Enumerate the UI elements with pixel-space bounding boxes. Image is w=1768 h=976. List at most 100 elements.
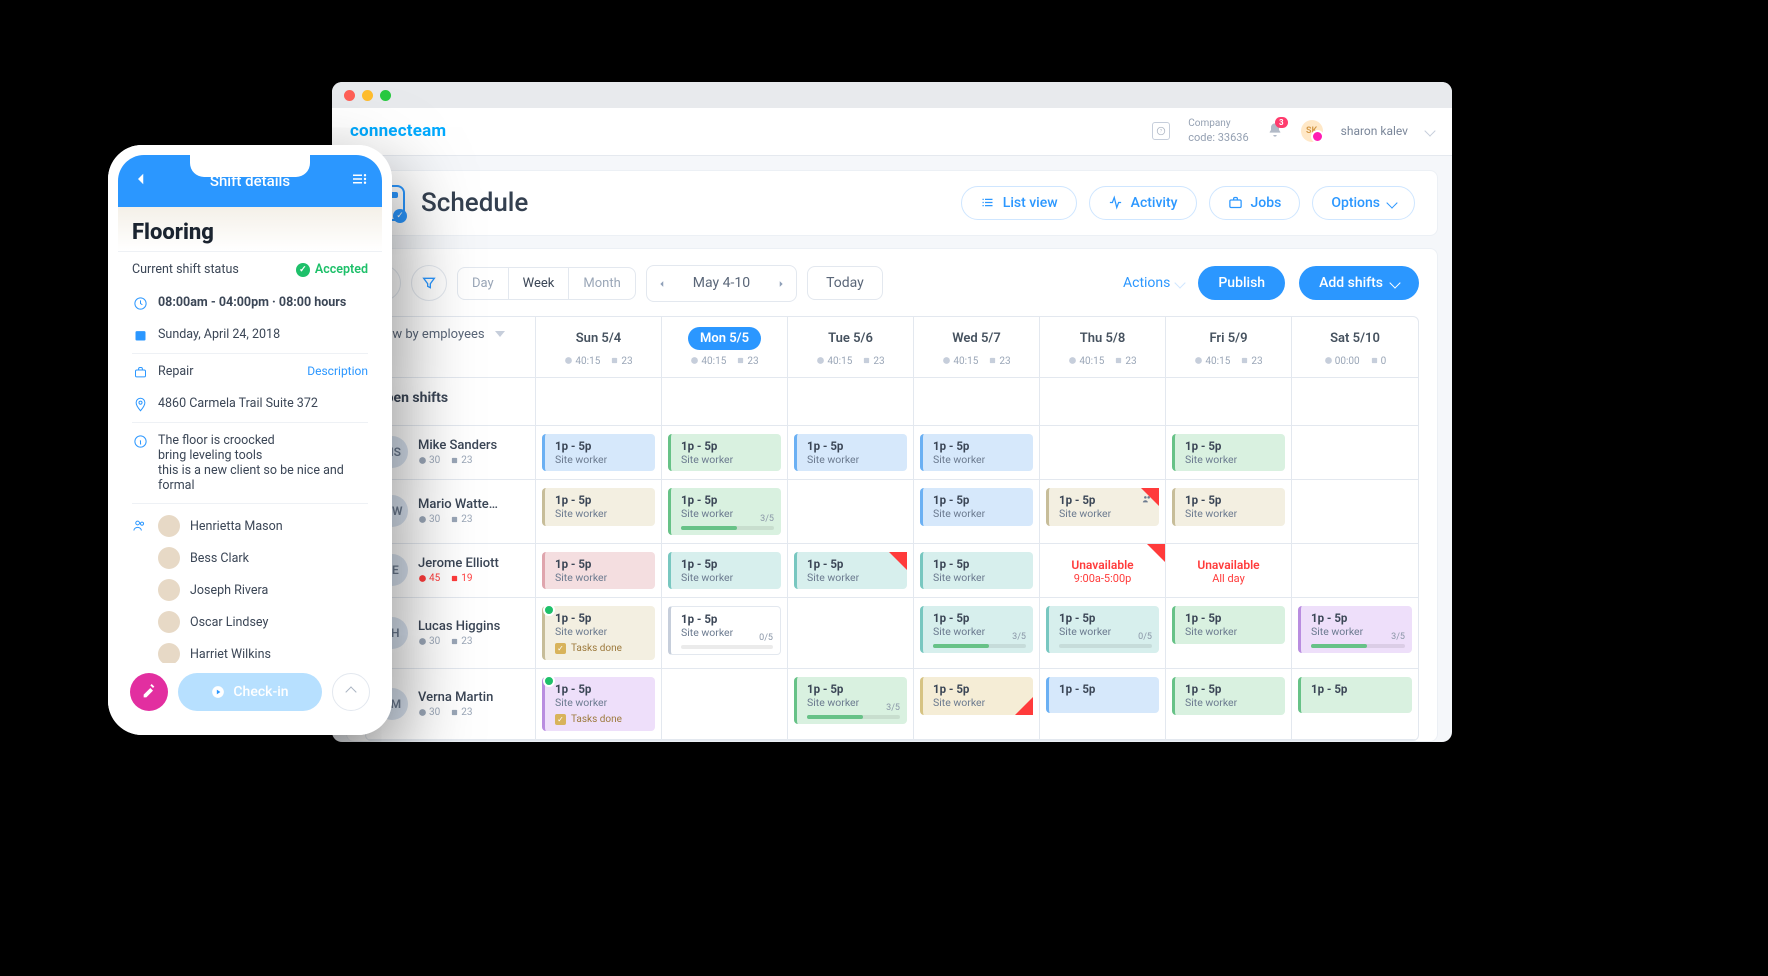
shift-block[interactable]: 1p - 5pSite worker bbox=[794, 434, 907, 472]
schedule-cell[interactable]: 1p - 5pSite worker bbox=[914, 544, 1040, 599]
schedule-cell[interactable]: 1p - 5pSite worker bbox=[662, 426, 788, 481]
schedule-cell[interactable]: 1p - 5pSite worker3/5 bbox=[788, 669, 914, 740]
jobs-button[interactable]: Jobs bbox=[1209, 186, 1301, 220]
schedule-cell[interactable]: 1p - 5pSite worker bbox=[536, 426, 662, 481]
day-header[interactable]: Fri 5/9 40:15 23 bbox=[1166, 317, 1292, 378]
shift-block[interactable]: 1p - 5pSite worker3/5 bbox=[794, 677, 907, 724]
schedule-cell[interactable]: 1p - 5pSite worker bbox=[914, 480, 1040, 544]
schedule-cell[interactable]: 1p - 5pSite worker bbox=[1166, 669, 1292, 740]
notifications-icon[interactable]: 3 bbox=[1267, 122, 1283, 141]
schedule-cell[interactable] bbox=[1040, 426, 1166, 481]
schedule-cell[interactable]: 1p - 5pSite worker bbox=[914, 669, 1040, 740]
shift-block[interactable]: 1p - 5pSite worker3/5 bbox=[920, 606, 1033, 653]
schedule-cell[interactable]: 1p - 5pSite worker bbox=[1166, 480, 1292, 544]
filter-button[interactable] bbox=[411, 265, 447, 301]
schedule-cell[interactable]: 1p - 5pSite worker bbox=[788, 426, 914, 481]
description-link[interactable]: Description bbox=[307, 364, 368, 378]
publish-button[interactable]: Publish bbox=[1198, 266, 1285, 300]
shift-block[interactable]: 1p - 5pSite worker bbox=[794, 552, 907, 590]
view-month-tab[interactable]: Month bbox=[568, 268, 634, 299]
view-week-tab[interactable]: Week bbox=[508, 268, 569, 299]
assignee-name: Joseph Rivera bbox=[190, 583, 268, 598]
schedule-cell[interactable]: 1p - 5pSite worker3/5 bbox=[1292, 598, 1418, 669]
window-minimize-icon[interactable] bbox=[362, 90, 373, 101]
day-header[interactable]: Sun 5/4 40:15 23 bbox=[536, 317, 662, 378]
day-header[interactable]: Mon 5/5 40:15 23 bbox=[662, 317, 788, 378]
help-icon[interactable]: ? bbox=[1152, 122, 1170, 140]
shift-block[interactable]: 1p - 5pSite worker bbox=[542, 434, 655, 472]
schedule-cell[interactable]: UnavailableAll day bbox=[1166, 544, 1292, 599]
shift-block[interactable]: 1p - 5pSite worker✓Tasks done bbox=[542, 677, 655, 731]
schedule-cell[interactable] bbox=[788, 480, 914, 544]
day-header[interactable]: Wed 5/7 40:15 23 bbox=[914, 317, 1040, 378]
schedule-cell[interactable]: 1p - 5pSite worker bbox=[788, 544, 914, 599]
shift-block[interactable]: 1p - 5pSite worker bbox=[1172, 488, 1285, 526]
shift-block[interactable]: 1p - 5pSite worker bbox=[1172, 606, 1285, 644]
schedule-cell[interactable]: 1p - 5p bbox=[1292, 669, 1418, 740]
shift-block[interactable]: 1p - 5pSite worker bbox=[920, 677, 1033, 715]
shift-block[interactable]: 1p - 5pSite worker3/5 bbox=[1298, 606, 1412, 653]
schedule-cell[interactable]: 1p - 5pSite worker bbox=[536, 480, 662, 544]
shift-block[interactable]: 1p - 5pSite worker bbox=[668, 434, 781, 472]
next-range-button[interactable] bbox=[766, 266, 796, 301]
shift-block[interactable]: 1p - 5pSite worker bbox=[1172, 677, 1285, 715]
schedule-cell[interactable] bbox=[662, 669, 788, 740]
window-close-icon[interactable] bbox=[344, 90, 355, 101]
schedule-cell[interactable]: 1p - 5pSite worker bbox=[1166, 598, 1292, 669]
shift-block[interactable]: 1p - 5pSite worker3/5 bbox=[668, 488, 781, 535]
shift-block[interactable]: 1p - 5pSite worker bbox=[920, 488, 1033, 526]
shift-block[interactable]: 1p - 5pSite worker0/5 bbox=[668, 606, 781, 655]
shift-block[interactable]: 1p - 5pSite worker0/5 bbox=[1046, 606, 1159, 653]
schedule-cell[interactable]: 1p - 5pSite worker✓Tasks done bbox=[536, 598, 662, 669]
list-view-button[interactable]: List view bbox=[961, 186, 1077, 220]
shift-block[interactable]: 1p - 5pSite worker bbox=[1046, 488, 1159, 526]
schedule-cell[interactable]: 1p - 5pSite worker bbox=[914, 426, 1040, 481]
shift-block[interactable]: 1p - 5p bbox=[1298, 677, 1412, 713]
assignee-name: Bess Clark bbox=[190, 551, 249, 566]
more-menu-icon[interactable] bbox=[350, 170, 368, 192]
schedule-cell[interactable]: 1p - 5pSite worker bbox=[1040, 480, 1166, 544]
back-button[interactable] bbox=[132, 170, 150, 192]
schedule-cell[interactable]: Unavailable9:00a-5:00p bbox=[1040, 544, 1166, 599]
shift-block[interactable]: 1p - 5pSite worker bbox=[668, 552, 781, 590]
view-day-tab[interactable]: Day bbox=[458, 268, 508, 299]
assignee-name: Harriet Wilkins bbox=[190, 647, 271, 662]
schedule-cell[interactable]: 1p - 5pSite worker0/5 bbox=[1040, 598, 1166, 669]
schedule-cell[interactable]: 1p - 5pSite worker bbox=[536, 544, 662, 599]
actions-menu[interactable]: Actions bbox=[1123, 275, 1184, 291]
brand-logo[interactable]: connecteam bbox=[350, 121, 446, 141]
schedule-cell[interactable]: 1p - 5pSite worker bbox=[662, 544, 788, 599]
add-shifts-button[interactable]: Add shifts bbox=[1299, 266, 1419, 300]
schedule-cell[interactable]: 1p - 5pSite worker0/5 bbox=[662, 598, 788, 669]
schedule-cell[interactable] bbox=[1292, 544, 1418, 599]
user-avatar-icon[interactable]: SK bbox=[1301, 120, 1323, 142]
day-header[interactable]: Thu 5/8 40:15 23 bbox=[1040, 317, 1166, 378]
schedule-cell[interactable]: 1p - 5pSite worker bbox=[1166, 426, 1292, 481]
shift-block[interactable]: 1p - 5pSite worker bbox=[542, 552, 655, 590]
compose-fab[interactable] bbox=[130, 673, 168, 711]
check-in-button[interactable]: Check-in bbox=[178, 673, 322, 711]
shift-block[interactable]: 1p - 5pSite worker bbox=[542, 488, 655, 526]
shift-block[interactable]: 1p - 5pSite worker✓Tasks done bbox=[542, 606, 655, 660]
schedule-cell[interactable]: 1p - 5pSite worker3/5 bbox=[914, 598, 1040, 669]
window-maximize-icon[interactable] bbox=[380, 90, 391, 101]
shift-block[interactable]: 1p - 5pSite worker bbox=[1172, 434, 1285, 472]
avatar-icon bbox=[158, 579, 180, 601]
schedule-cell[interactable] bbox=[1292, 426, 1418, 481]
day-header[interactable]: Sat 5/10 00:00 0 bbox=[1292, 317, 1418, 378]
schedule-cell[interactable]: 1p - 5pSite worker3/5 bbox=[662, 480, 788, 544]
schedule-cell[interactable] bbox=[1292, 480, 1418, 544]
shift-block[interactable]: 1p - 5pSite worker bbox=[920, 434, 1033, 472]
expand-up-button[interactable] bbox=[332, 673, 370, 711]
today-button[interactable]: Today bbox=[807, 266, 883, 300]
schedule-cell[interactable]: 1p - 5p bbox=[1040, 669, 1166, 740]
schedule-cell[interactable] bbox=[788, 598, 914, 669]
schedule-cell[interactable]: 1p - 5pSite worker✓Tasks done bbox=[536, 669, 662, 740]
shift-block[interactable]: 1p - 5pSite worker bbox=[920, 552, 1033, 590]
options-button[interactable]: Options bbox=[1312, 186, 1415, 220]
activity-button[interactable]: Activity bbox=[1089, 186, 1197, 220]
day-header[interactable]: Tue 5/6 40:15 23 bbox=[788, 317, 914, 378]
chevron-down-icon[interactable] bbox=[1424, 126, 1435, 137]
prev-range-button[interactable] bbox=[647, 266, 677, 301]
shift-block[interactable]: 1p - 5p bbox=[1046, 677, 1159, 713]
